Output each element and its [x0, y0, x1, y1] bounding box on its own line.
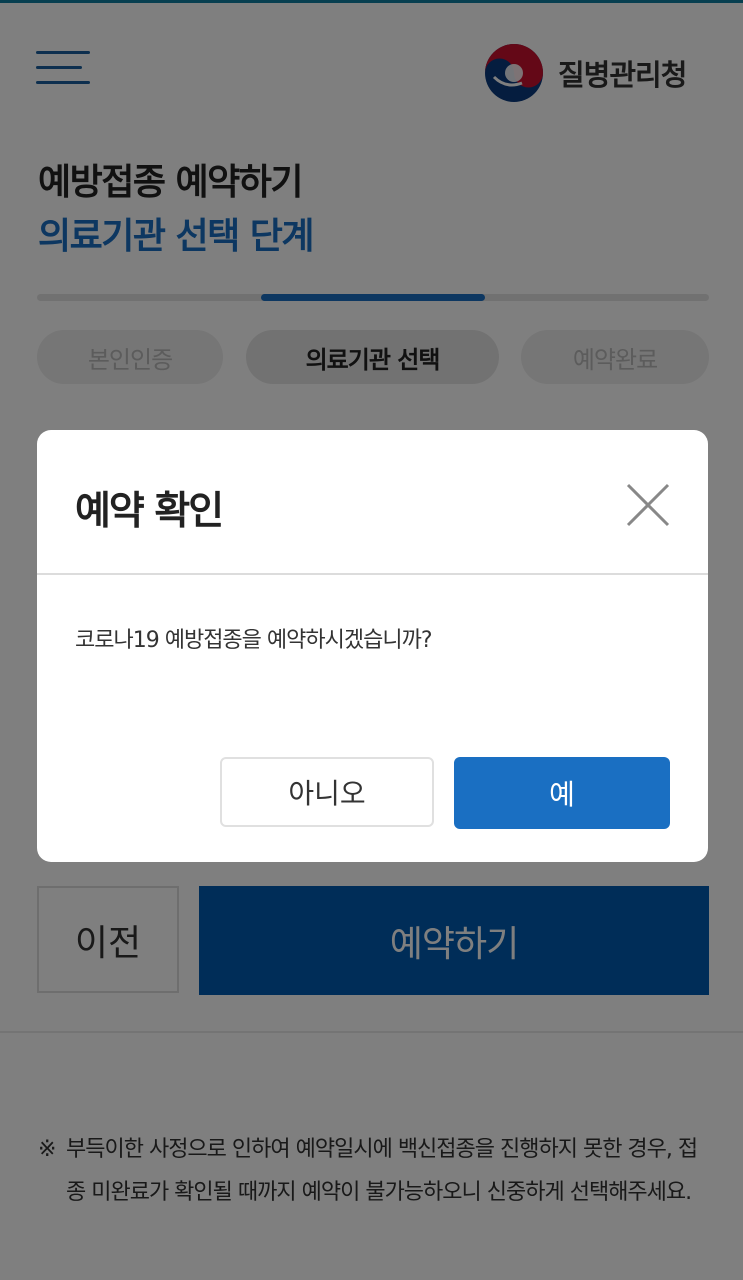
yes-button[interactable]: 예 — [454, 757, 670, 829]
dialog-title: 예약 확인 — [75, 489, 224, 534]
dialog-message: 코로나19 예방접종을 예약하시겠습니까? — [75, 628, 432, 653]
no-button[interactable]: 아니오 — [220, 757, 434, 827]
dialog-divider — [37, 573, 708, 575]
close-icon[interactable] — [625, 482, 671, 528]
page: 질병관리청 예방접종 예약하기 의료기관 선택 단계 본인인증 의료기관 선택 … — [0, 0, 743, 1280]
confirm-dialog: 예약 확인 코로나19 예방접종을 예약하시겠습니까? 아니오 예 — [37, 430, 708, 862]
